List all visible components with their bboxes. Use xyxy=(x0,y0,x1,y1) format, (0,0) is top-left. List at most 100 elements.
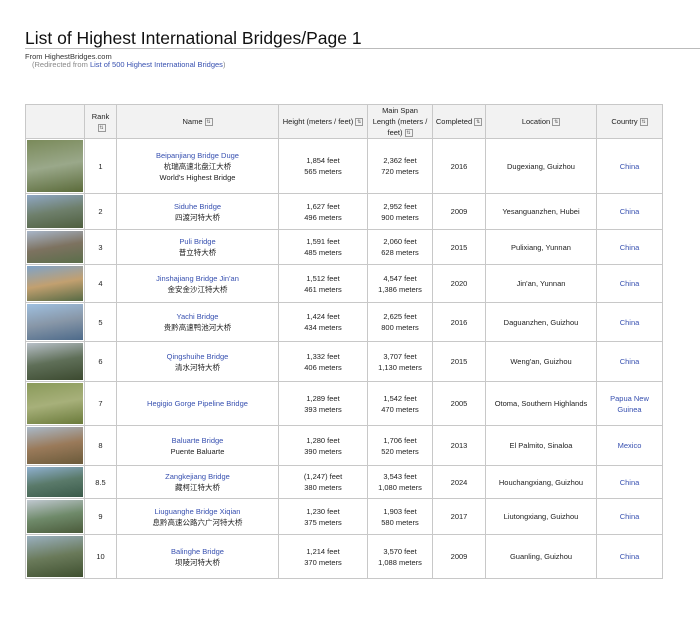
sort-icon[interactable]: ⇅ xyxy=(355,118,364,127)
column-header-height[interactable]: Height (meters / feet) ⇅ xyxy=(278,104,368,139)
span-meters: 800 meters xyxy=(381,323,419,332)
column-header-label: Completed xyxy=(435,117,473,126)
rank-value: 1 xyxy=(98,161,103,171)
bridge-name-link[interactable]: Liuguanghe Bridge Xiqian xyxy=(119,506,276,517)
completed-year: 2020 xyxy=(450,279,468,288)
bridge-name-link[interactable]: Hegigio Gorge Pipeline Bridge xyxy=(119,398,276,409)
span-feet: 3,707 feet xyxy=(383,351,417,361)
bridge-thumbnail[interactable] xyxy=(27,266,83,301)
sort-icon[interactable]: ⇅ xyxy=(97,123,106,132)
country-link[interactable]: China xyxy=(620,207,640,216)
country-link[interactable]: China xyxy=(620,478,640,487)
height-meters: 393 meters xyxy=(304,404,342,414)
redirect-link[interactable]: List of 500 Highest International Bridge… xyxy=(90,60,223,69)
title-divider xyxy=(25,48,700,49)
bridge-name-link[interactable]: Siduhe Bridge xyxy=(119,201,276,212)
bridge-thumbnail[interactable] xyxy=(27,304,83,340)
bridge-name-link[interactable]: Yachi Bridge xyxy=(119,311,276,322)
bridge-alt-name: 清水河特大桥 xyxy=(175,362,220,372)
sort-icon[interactable]: ⇅ xyxy=(204,118,213,127)
height-feet: 1,627 feet xyxy=(306,201,340,211)
height-meters: 565 meters xyxy=(304,167,342,176)
sort-icon[interactable]: ⇅ xyxy=(404,129,413,138)
bridge-name-link[interactable]: Baluarte Bridge xyxy=(119,435,276,446)
table-row: 8.5 Zangkejiang Bridge 藏柯江特大桥 (1,247) feet 3… xyxy=(25,465,663,499)
column-header-label: Main Span Length (meters / feet) xyxy=(372,106,428,137)
sort-icon[interactable]: ⇅ xyxy=(639,118,648,127)
height-feet: 1,424 feet xyxy=(306,312,340,321)
country-link[interactable]: China xyxy=(620,243,640,252)
bridge-thumbnail[interactable] xyxy=(27,536,83,577)
height-meters: 375 meters xyxy=(304,517,342,527)
country-link[interactable]: China xyxy=(620,552,640,561)
span-meters: 900 meters xyxy=(381,212,419,222)
bridge-alt-name: 贵黔高速鸭池河大桥 xyxy=(163,323,232,332)
bridge-alt-name: Puente Baluarte xyxy=(170,446,225,456)
bridge-thumbnail[interactable] xyxy=(27,427,83,464)
table-row: 3 Puli Bridge 普立特大桥 1,591 feet 485 meters 2,0… xyxy=(25,229,663,265)
column-header-location[interactable]: Location ⇅ xyxy=(485,104,597,139)
height-meters: 461 meters xyxy=(304,284,342,294)
bridge-alt-name: World's Highest Bridge xyxy=(159,172,236,182)
country-link[interactable]: China xyxy=(620,162,640,171)
bridge-name-link[interactable]: Jinshajiang Bridge Jin'an xyxy=(119,273,276,284)
location-value: Liutongxiang, Guizhou xyxy=(503,512,579,521)
bridge-name-link[interactable]: Beipanjiang Bridge Duge xyxy=(119,150,276,161)
column-header-label: Location xyxy=(521,117,551,126)
country-link[interactable]: China xyxy=(620,357,640,366)
bridge-alt-name: 四渡河特大桥 xyxy=(175,212,220,222)
span-feet: 1,903 feet xyxy=(383,506,417,516)
column-header-main-span[interactable]: Main Span Length (meters / feet) ⇅ xyxy=(367,104,433,139)
bridge-thumbnail[interactable] xyxy=(27,195,83,228)
rank-value: 8 xyxy=(98,441,103,450)
sort-icon[interactable]: ⇅ xyxy=(552,118,561,127)
rank-value: 6 xyxy=(98,357,103,366)
column-header-label: Height (meters / feet) xyxy=(282,117,354,126)
column-header-country[interactable]: Country ⇅ xyxy=(596,104,663,139)
location-value: Houchangxiang, Guizhou xyxy=(498,477,584,487)
span-meters: 1,386 meters xyxy=(378,284,422,294)
height-feet: 1,230 feet xyxy=(306,506,340,516)
span-feet: 3,543 feet xyxy=(383,472,417,481)
bridge-thumbnail[interactable] xyxy=(27,343,83,380)
column-header-rank[interactable]: Rank ⇅ xyxy=(84,104,117,139)
bridge-thumbnail[interactable] xyxy=(27,500,83,533)
sort-icon[interactable]: ⇅ xyxy=(474,118,483,127)
rank-value: 4 xyxy=(98,279,103,288)
country-link[interactable]: Papua New Guinea xyxy=(610,394,649,414)
span-feet: 2,362 feet xyxy=(383,156,417,165)
bridge-name-link[interactable]: Puli Bridge xyxy=(119,236,276,247)
rank-value: 2 xyxy=(98,207,103,216)
height-meters: 380 meters xyxy=(304,483,342,492)
table-row: 2 Siduhe Bridge 四渡河特大桥 1,627 feet 496 meters… xyxy=(25,193,663,230)
column-header-label: Name xyxy=(182,117,203,126)
rank-value: 9 xyxy=(98,512,103,521)
bridge-thumbnail[interactable] xyxy=(27,383,83,424)
rank-value: 3 xyxy=(98,242,103,252)
span-meters: 1,130 meters xyxy=(378,362,422,372)
bridge-thumbnail[interactable] xyxy=(27,467,83,497)
location-value: El Palmito, Sinaloa xyxy=(509,441,573,450)
rank-value: 8.5 xyxy=(95,477,106,487)
column-header-completed[interactable]: Completed ⇅ xyxy=(432,104,486,139)
column-header-label: Rank xyxy=(91,111,110,121)
table-row: 10 Balinghe Bridge 坝陵河特大桥 1,214 feet 370 met… xyxy=(25,534,663,579)
country-link[interactable]: China xyxy=(620,279,640,288)
column-header-name[interactable]: Name ⇅ xyxy=(116,104,279,139)
completed-year: 2016 xyxy=(450,317,468,327)
completed-year: 2013 xyxy=(450,441,468,450)
span-meters: 520 meters xyxy=(381,446,419,456)
bridge-thumbnail[interactable] xyxy=(27,231,83,263)
bridge-name-link[interactable]: Qingshuihe Bridge xyxy=(119,351,276,362)
bridge-alt-name: 普立特大桥 xyxy=(178,248,217,257)
bridge-alt-name: 杭瑞高速北盘江大桥 xyxy=(163,161,232,171)
country-link[interactable]: China xyxy=(620,318,640,327)
country-link[interactable]: China xyxy=(620,512,640,521)
country-link[interactable]: Mexico xyxy=(618,441,642,450)
completed-year: 2009 xyxy=(450,207,468,216)
bridge-thumbnail[interactable] xyxy=(27,140,83,192)
bridge-name-link[interactable]: Zangkejiang Bridge xyxy=(119,471,276,482)
span-feet: 2,060 feet xyxy=(383,237,417,246)
bridge-name-link[interactable]: Balinghe Bridge xyxy=(119,546,276,557)
rank-value: 5 xyxy=(98,317,103,327)
